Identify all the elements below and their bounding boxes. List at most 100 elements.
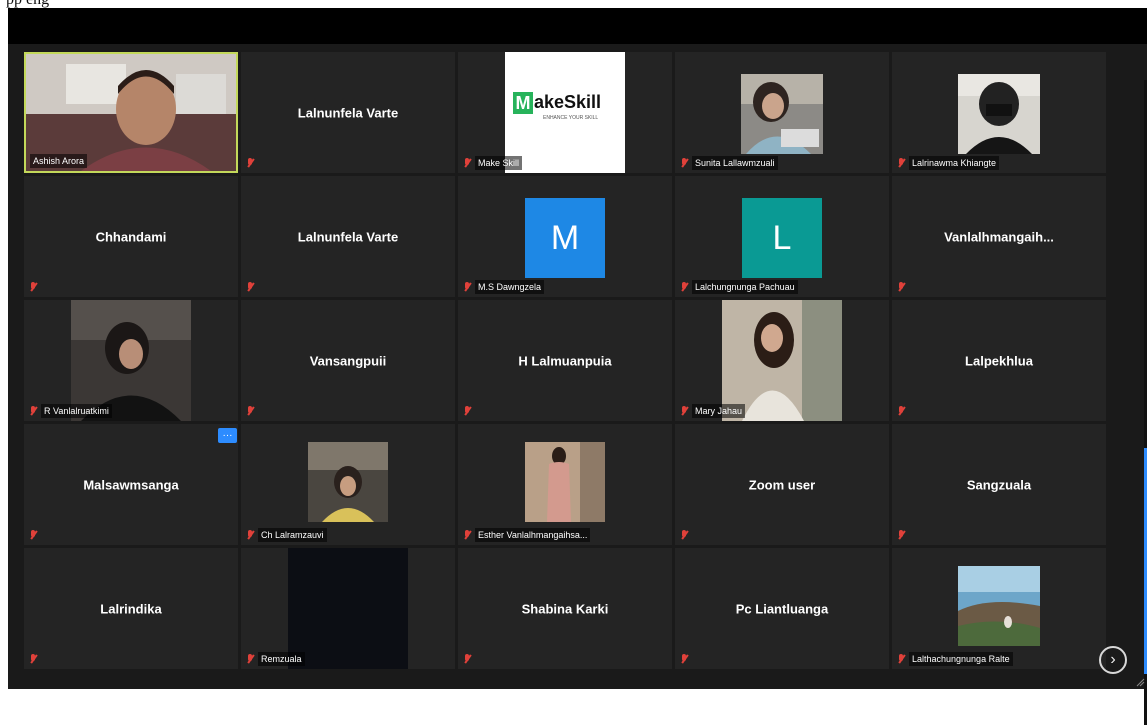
participant-tile[interactable]: Lalnunfela Varte <box>241 52 455 173</box>
makeskill-logo: M akeSkill ENHANCE YOUR SKILL <box>505 52 625 173</box>
meeting-titlebar <box>8 8 1147 44</box>
mic-muted-icon <box>896 157 906 169</box>
participant-tile[interactable]: Vanlalhmangaih... <box>892 176 1106 297</box>
mic-muted-icon <box>679 653 689 665</box>
participant-name-tag <box>679 528 692 542</box>
participant-name: Vanlalhmangaih... <box>944 229 1054 244</box>
participant-name: Zoom user <box>748 477 816 492</box>
participant-name-tag <box>245 280 258 294</box>
participant-photo <box>525 442 605 522</box>
participant-photo <box>958 74 1040 154</box>
participant-tile[interactable]: Lalpekhlua <box>892 300 1106 421</box>
participant-tile[interactable]: M M.S Dawngzela <box>458 176 672 297</box>
participant-photo <box>958 566 1040 646</box>
mic-muted-icon <box>462 653 472 665</box>
mic-muted-icon <box>462 157 472 169</box>
top-strip: pp eng <box>0 0 1147 8</box>
mic-muted-icon <box>679 157 689 169</box>
meeting-window: Ashish Arora Lalnunfela Varte M akeSkill… <box>8 8 1147 725</box>
mic-muted-icon <box>28 405 38 417</box>
participant-tile[interactable]: Remzuala <box>241 548 455 669</box>
mic-muted-icon <box>245 405 255 417</box>
participant-name-tag: Ashish Arora <box>30 154 88 168</box>
participant-name-tag <box>896 404 909 418</box>
gallery-grid: Ashish Arora Lalnunfela Varte M akeSkill… <box>8 44 1147 725</box>
participant-name-tag: Lalrinawma Khiangte <box>896 156 1000 170</box>
participant-tile[interactable]: Vansangpuii <box>241 300 455 421</box>
participant-tile[interactable]: Chhandami <box>24 176 238 297</box>
participant-name-tag: Make Skill <box>462 156 523 170</box>
participant-name: Malsawmsanga <box>83 477 179 492</box>
participant-name-tag <box>896 280 909 294</box>
participant-avatar: M <box>525 198 605 278</box>
top-strip-text: pp eng <box>6 0 49 8</box>
participant-name-tag: Remzuala <box>245 652 305 666</box>
participant-avatar: L <box>742 198 822 278</box>
participant-tile[interactable]: Lalrindika <box>24 548 238 669</box>
participant-name-tag: M.S Dawngzela <box>462 280 545 294</box>
participant-tile[interactable]: Lalnunfela Varte <box>241 176 455 297</box>
participant-name-tag <box>462 652 475 666</box>
participant-photo <box>71 300 191 421</box>
participant-tile[interactable]: Pc Liantluanga <box>675 548 889 669</box>
participant-tile[interactable]: L Lalchungnunga Pachuau <box>675 176 889 297</box>
mic-muted-icon <box>245 281 255 293</box>
mic-muted-icon <box>28 281 38 293</box>
participant-name-tag <box>245 404 258 418</box>
mic-muted-icon <box>462 281 472 293</box>
participant-tile[interactable]: Mary Jahau <box>675 300 889 421</box>
participant-tile[interactable]: Sangzuala <box>892 424 1106 545</box>
participant-name: Lalpekhlua <box>965 353 1033 368</box>
participant-name: Lalrindika <box>100 601 162 616</box>
participant-name: Chhandami <box>95 229 167 244</box>
participant-name-tag: Sunita Lallawmzuali <box>679 156 778 170</box>
mic-muted-icon <box>896 653 906 665</box>
participant-tile[interactable]: Lalthachungnunga Ralte <box>892 548 1106 669</box>
participant-name-tag: Ch Lalramzauvi <box>245 528 327 542</box>
participant-name-tag <box>896 528 909 542</box>
resize-handle-icon[interactable] <box>1135 677 1145 687</box>
participant-name: Sangzuala <box>966 477 1032 492</box>
participant-tile[interactable]: H Lalmuanpuia <box>458 300 672 421</box>
participant-tile-ashish-arora[interactable]: Ashish Arora <box>24 52 238 173</box>
next-page-button[interactable]: › <box>1099 646 1127 674</box>
participant-name-tag: Esther Vanlalhmangaihsa... <box>462 528 591 542</box>
participant-name: H Lalmuanpuia <box>518 353 612 368</box>
participant-name: Lalnunfela Varte <box>297 229 399 244</box>
participant-name-tag <box>679 652 692 666</box>
mic-muted-icon <box>896 405 906 417</box>
participant-tile[interactable]: Sunita Lallawmzuali <box>675 52 889 173</box>
participant-tile[interactable]: Lalrinawma Khiangte <box>892 52 1106 173</box>
participant-name: Pc Liantluanga <box>735 601 829 616</box>
mic-muted-icon <box>462 405 472 417</box>
participant-photo <box>722 300 842 421</box>
participant-tile[interactable]: Shabina Karki <box>458 548 672 669</box>
participant-tile[interactable]: R Vanlalruatkimi <box>24 300 238 421</box>
participant-tile[interactable]: Zoom user <box>675 424 889 545</box>
mic-muted-icon <box>896 281 906 293</box>
mic-muted-icon <box>896 529 906 541</box>
participant-tile-makeskill[interactable]: M akeSkill ENHANCE YOUR SKILL Make Skill <box>458 52 672 173</box>
mic-muted-icon <box>679 281 689 293</box>
participant-name: Vansangpuii <box>309 353 387 368</box>
participant-photo <box>741 74 823 154</box>
mic-muted-icon <box>462 529 472 541</box>
participant-name-tag: Mary Jahau <box>679 404 746 418</box>
participant-name-tag: Lalthachungnunga Ralte <box>896 652 1013 666</box>
participant-tile[interactable]: Esther Vanlalhmangaihsa... <box>458 424 672 545</box>
mic-muted-icon <box>28 529 38 541</box>
more-options-button[interactable]: ··· <box>218 428 237 443</box>
participant-tile[interactable]: Malsawmsanga <box>24 424 238 545</box>
mic-muted-icon <box>245 157 255 169</box>
participant-name: Lalnunfela Varte <box>297 105 399 120</box>
participant-tile[interactable]: Ch Lalramzauvi <box>241 424 455 545</box>
mic-muted-icon <box>28 653 38 665</box>
participant-name-tag <box>28 280 41 294</box>
chevron-right-icon: › <box>1110 651 1116 668</box>
participant-name-tag <box>28 528 41 542</box>
participant-name-tag <box>28 652 41 666</box>
mic-muted-icon <box>245 653 255 665</box>
participant-photo <box>308 442 388 522</box>
participant-name-tag <box>245 156 258 170</box>
mic-muted-icon <box>679 405 689 417</box>
